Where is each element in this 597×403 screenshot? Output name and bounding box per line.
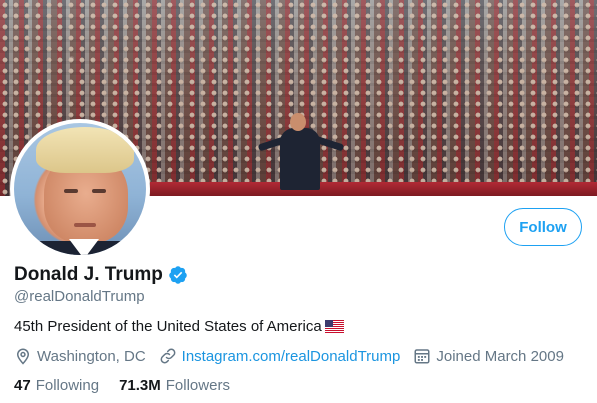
- bio-text: 45th President of the United States of A…: [14, 318, 322, 335]
- joined-item: Joined March 2009: [413, 347, 564, 365]
- calendar-icon: [414, 349, 430, 364]
- avatar-mouth: [74, 223, 96, 227]
- banner-stage-rail: [150, 182, 597, 196]
- profile-handle: @realDonaldTrump: [14, 288, 145, 305]
- followers-stat[interactable]: 71.3M Followers: [119, 377, 230, 394]
- avatar-eye: [92, 189, 106, 193]
- us-flag-icon: [324, 320, 344, 333]
- location-text: Washington, DC: [37, 347, 146, 365]
- link-icon: [160, 348, 176, 364]
- profile-name-row: Donald J. Trump: [14, 264, 188, 286]
- verified-badge-icon[interactable]: [168, 265, 188, 285]
- display-name[interactable]: Donald J. Trump: [14, 264, 163, 286]
- following-stat[interactable]: 47 Following: [14, 377, 99, 394]
- location-pin-icon: [16, 348, 30, 365]
- follow-button[interactable]: Follow: [504, 208, 582, 246]
- avatar-hair: [36, 127, 134, 173]
- joined-text: Joined March 2009: [436, 347, 564, 365]
- profile-meta-row: Washington, DC Instagram.com/realDonaldT…: [14, 347, 577, 365]
- website-item: Instagram.com/realDonaldTrump: [159, 347, 401, 365]
- website-link[interactable]: Instagram.com/realDonaldTrump: [182, 348, 401, 365]
- location-item: Washington, DC: [14, 347, 146, 365]
- profile-stats-row: 47 Following 71.3M Followers: [14, 377, 250, 394]
- following-label: Following: [35, 377, 100, 394]
- profile-bio: 45th President of the United States of A…: [14, 318, 344, 335]
- following-count: 47: [14, 377, 31, 394]
- avatar-eye: [64, 189, 78, 193]
- followers-label: Followers: [165, 377, 230, 394]
- banner-speaker-figure: [280, 128, 320, 190]
- banner-speaker-head: [290, 113, 306, 131]
- followers-count: 71.3M: [119, 377, 161, 394]
- profile-avatar[interactable]: [10, 119, 150, 259]
